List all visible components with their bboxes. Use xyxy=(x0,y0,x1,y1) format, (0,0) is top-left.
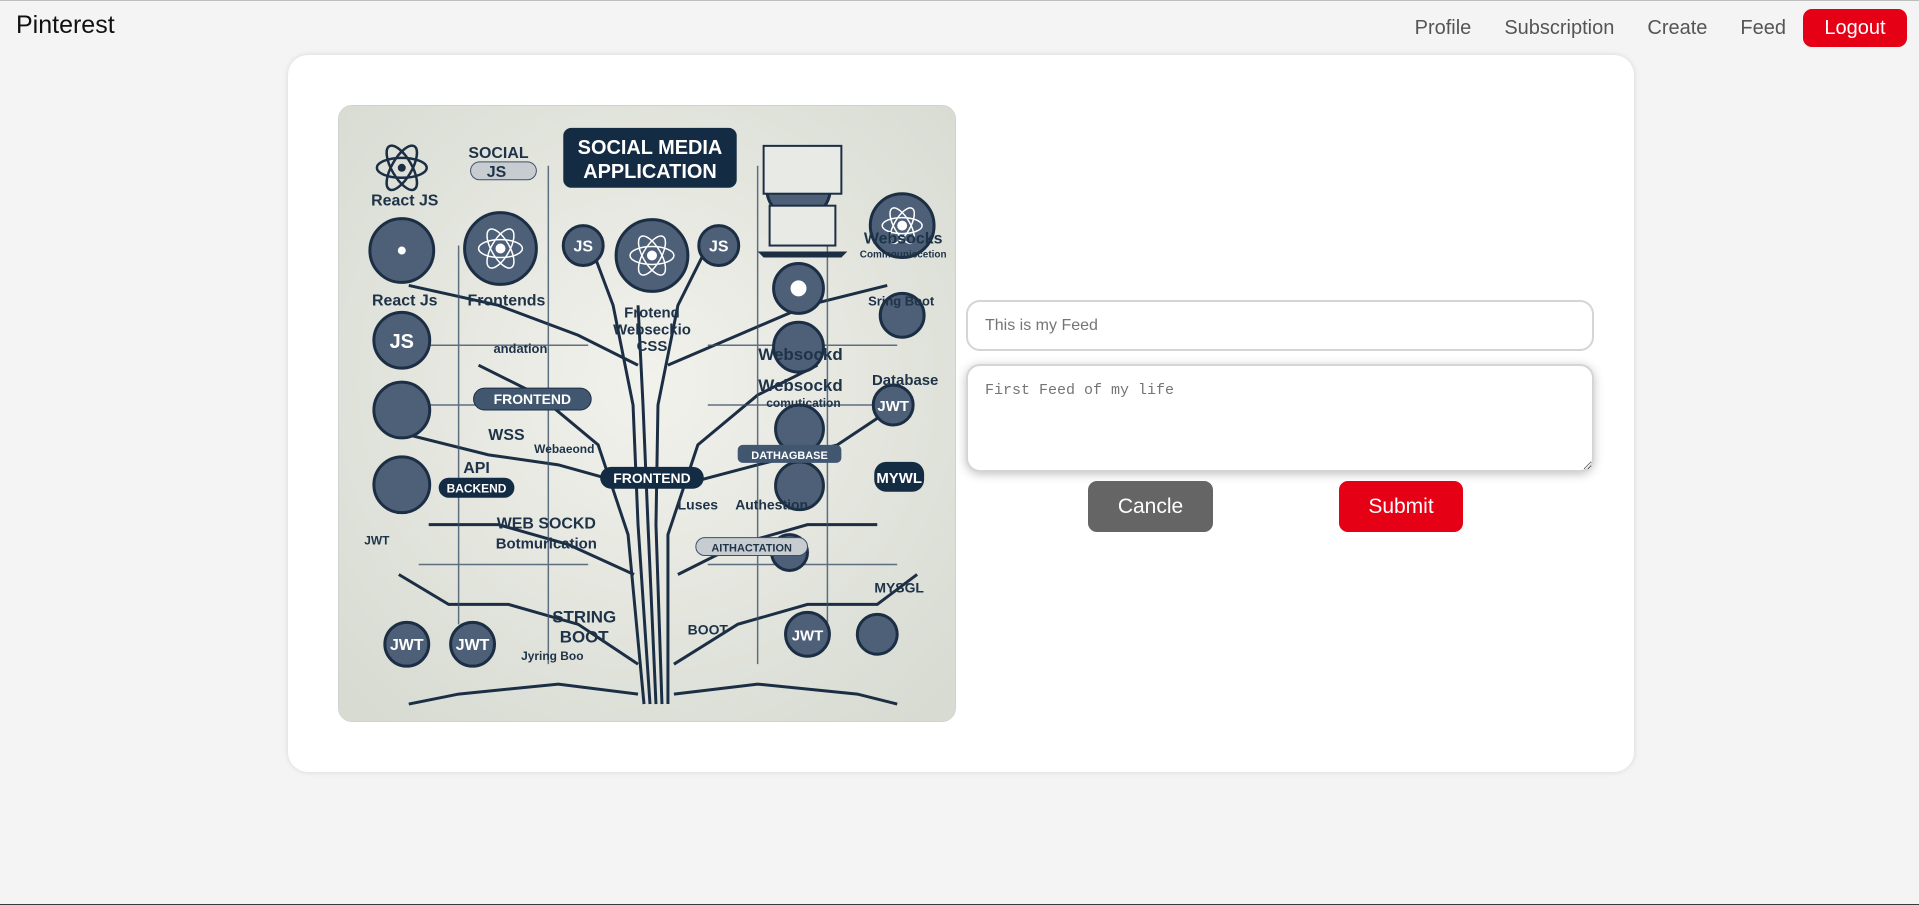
image-label: Webaeond xyxy=(534,442,594,456)
image-label: API xyxy=(463,460,490,477)
brand-logo[interactable]: Pinterest xyxy=(16,11,115,40)
logout-button[interactable]: Logout xyxy=(1803,9,1907,47)
image-label: JWT xyxy=(792,627,824,644)
image-label: JS xyxy=(390,331,414,353)
image-label: JS xyxy=(487,164,507,181)
image-label: BOOT xyxy=(560,627,610,646)
image-label: BOOT xyxy=(688,621,729,637)
image-label: Authestion xyxy=(735,497,808,513)
image-label: Sring Boot xyxy=(868,293,935,308)
image-label: MYSGL xyxy=(874,579,924,595)
image-title-line-1: SOCIAL MEDIA xyxy=(578,137,723,159)
nav-link-subscription[interactable]: Subscription xyxy=(1504,17,1614,40)
image-label: DATHAGBASE xyxy=(751,450,827,462)
image-label: JWT xyxy=(390,637,424,654)
social-media-diagram-image: SOCIAL MEDIA APPLICATION React JS SOCIAL… xyxy=(339,106,955,721)
image-label: BACKEND xyxy=(447,482,507,496)
nav-link-feed[interactable]: Feed xyxy=(1740,17,1786,40)
image-label: Jyring Boo xyxy=(521,649,583,663)
pin-image[interactable]: SOCIAL MEDIA APPLICATION React JS SOCIAL… xyxy=(338,105,956,722)
image-label: React JS xyxy=(371,193,438,210)
image-label: Database xyxy=(872,372,938,389)
image-label: AITHACTATION xyxy=(711,543,792,555)
image-label: React Js xyxy=(372,292,438,309)
image-label: andation xyxy=(493,341,547,356)
nav-link-profile[interactable]: Profile xyxy=(1415,17,1472,40)
image-label: CSS xyxy=(637,338,668,355)
submit-button[interactable]: Submit xyxy=(1339,481,1463,532)
image-label: Websockd xyxy=(758,376,842,395)
cancel-button[interactable]: Cancle xyxy=(1088,481,1213,532)
image-label: Webseckio xyxy=(613,321,691,338)
image-label: JS xyxy=(709,239,729,256)
image-label: FRONTEND xyxy=(494,391,571,407)
image-label: Botmurication xyxy=(496,536,597,553)
image-label: FRONTEND xyxy=(613,470,690,486)
image-label: Commnuniscetion xyxy=(860,250,947,261)
image-title-line-2: APPLICATION xyxy=(583,161,717,183)
nav-links: Profile Subscription Create Feed Logout xyxy=(1415,9,1907,47)
image-label: WEB SOCKD xyxy=(497,516,596,533)
image-label: comutication xyxy=(766,396,840,410)
create-pin-card: SOCIAL MEDIA APPLICATION React JS SOCIAL… xyxy=(288,55,1634,772)
image-label: JS xyxy=(573,239,593,256)
image-label: JWT xyxy=(877,398,909,415)
image-label: MYWL xyxy=(876,470,922,487)
image-label: WSS xyxy=(488,427,524,444)
image-label: Frontends xyxy=(467,292,545,309)
image-label: JWT xyxy=(456,637,490,654)
image-label: SOCIAL xyxy=(468,145,528,162)
image-label: Luses xyxy=(678,497,719,513)
image-label: JWT xyxy=(364,534,390,548)
image-label: STRING xyxy=(552,607,616,626)
feed-description-textarea[interactable] xyxy=(966,364,1594,472)
feed-title-input[interactable] xyxy=(966,300,1594,351)
image-label: Websocks xyxy=(864,231,943,248)
top-navbar: Pinterest Profile Subscription Create Fe… xyxy=(0,1,1919,53)
nav-link-create[interactable]: Create xyxy=(1647,17,1707,40)
image-label: Frotend xyxy=(624,304,680,321)
image-label: Websockd xyxy=(758,345,842,364)
